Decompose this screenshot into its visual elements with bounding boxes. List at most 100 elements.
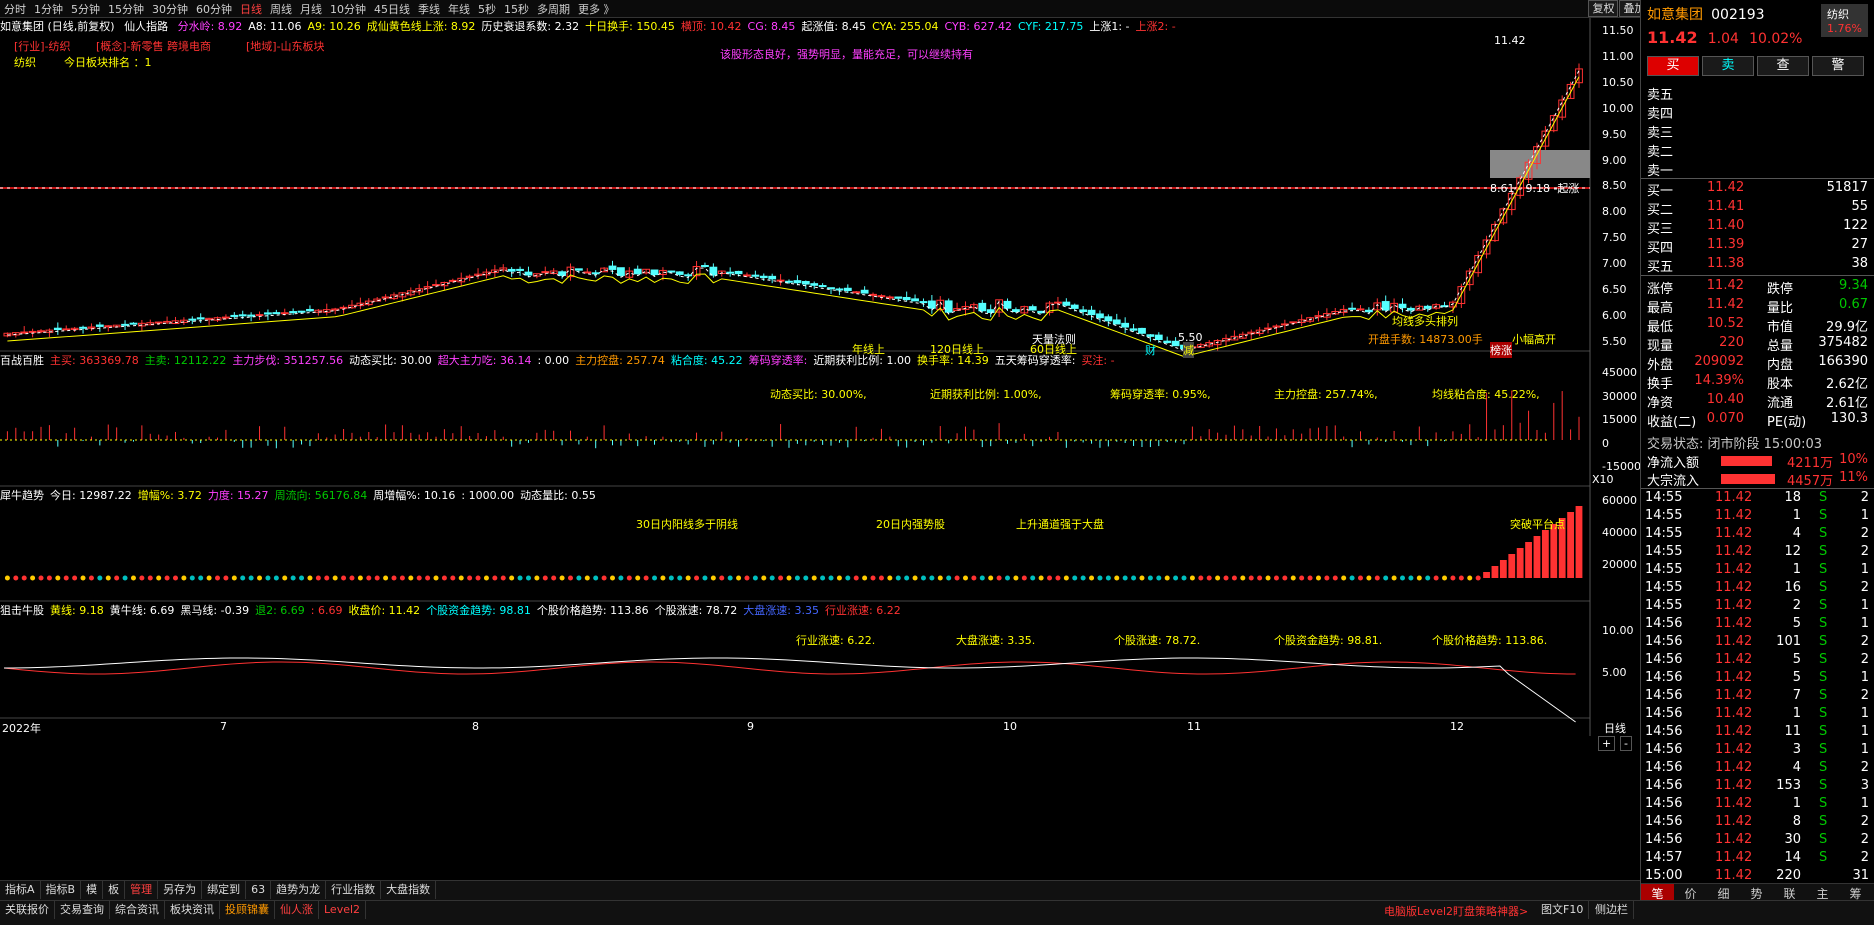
tick-price: 11.42 <box>1715 778 1753 793</box>
tick-volume: 3 <box>1792 742 1801 757</box>
indicator-tab-7[interactable]: 63 <box>246 881 272 899</box>
buy-label: 买一 <box>1647 184 1674 199</box>
period-tab-4[interactable]: 30分钟 <box>148 0 192 17</box>
header-item-11: CYF: 217.75 <box>1017 20 1084 33</box>
indicator-tab-1[interactable]: 指标B <box>41 881 82 899</box>
p3-dot <box>1215 575 1221 581</box>
kline-chart-area[interactable]: 如意集团 (日线,前复权) 仙人指路 分水岭: 8.92 A8: 11.06 A9:… <box>0 18 1641 880</box>
concept-tag[interactable]: [概念]-新零售 跨境电商 <box>96 38 211 54</box>
p3-dot <box>525 575 531 581</box>
tick-time: 14:56 <box>1645 634 1683 649</box>
period-label: 日线 <box>1604 722 1626 735</box>
indicator-tab-3[interactable]: 板 <box>103 881 126 899</box>
indicator-tab-0[interactable]: 指标A <box>0 881 41 899</box>
indicator-tab-6[interactable]: 绑定到 <box>202 881 247 899</box>
tick-volume: 11 <box>1784 724 1801 739</box>
p3-title[interactable]: 犀牛趋势 <box>0 489 44 502</box>
period-tab-11[interactable]: 季线 <box>414 0 444 17</box>
p3-dot <box>156 575 162 581</box>
period-tab-14[interactable]: 15秒 <box>500 0 533 17</box>
p3-dot <box>887 575 893 581</box>
period-tab-2[interactable]: 5分钟 <box>67 0 104 17</box>
candle-body <box>1054 301 1062 304</box>
candle-body <box>743 274 751 277</box>
candle-body <box>255 314 264 317</box>
stat-value: 220 <box>1719 335 1744 350</box>
indicator-tab-8[interactable]: 趋势为龙 <box>271 881 327 899</box>
p2-title[interactable]: 百战百胜 <box>0 354 44 367</box>
p3-dot <box>601 575 607 581</box>
trade-button-0[interactable]: 买 <box>1647 56 1699 76</box>
nav-tab-6[interactable]: Level2 <box>319 901 367 919</box>
p3-dot <box>1063 575 1069 581</box>
indicator-tab-4[interactable]: 管理 <box>125 881 159 899</box>
candle-body <box>860 289 869 294</box>
indicator-tab-10[interactable]: 大盘指数 <box>381 881 437 899</box>
candle-body <box>222 316 230 319</box>
indicator-name[interactable]: 仙人指路 <box>124 20 168 33</box>
trade-button-2[interactable]: 查 <box>1757 56 1809 76</box>
period-tab-16[interactable]: 更多 》 <box>574 0 619 17</box>
chart-canvas[interactable] <box>0 18 1640 880</box>
indicator-tab-5[interactable]: 另存为 <box>158 881 203 899</box>
trade-button-3[interactable]: 警 <box>1812 56 1864 76</box>
period-tab-8[interactable]: 月线 <box>296 0 326 17</box>
indicator-tab-9[interactable]: 行业指数 <box>326 881 382 899</box>
axis-label-11: 6.00 <box>1602 308 1627 322</box>
p4-title[interactable]: 狙击牛股 <box>0 604 44 617</box>
zoom-in-button[interactable]: + <box>1598 736 1616 751</box>
sell-level-4: 卖一 <box>1647 160 1868 180</box>
p3-bar <box>1533 536 1541 578</box>
candle-body <box>1163 340 1172 344</box>
period-tab-9[interactable]: 10分钟 <box>326 0 370 17</box>
nav-tab-0[interactable]: 关联报价 <box>0 901 55 919</box>
period-tab-15[interactable]: 多周期 <box>533 0 574 17</box>
period-tab-3[interactable]: 15分钟 <box>104 0 148 17</box>
header-item-1: A8: 11.06 <box>248 20 302 33</box>
p3-dot <box>1122 575 1128 581</box>
candle-body <box>289 311 298 314</box>
nav-tab-4[interactable]: 投顾锦囊 <box>220 901 275 919</box>
p3-dot <box>341 575 347 581</box>
p3-dot <box>215 575 221 581</box>
period-tab-13[interactable]: 5秒 <box>474 0 500 17</box>
tool-button-0[interactable]: 复权 <box>1588 0 1619 17</box>
p3-dot <box>172 575 178 581</box>
tick-side: S <box>1819 670 1828 685</box>
header-item-12: 买注: - <box>1081 354 1115 367</box>
bottom-nav: 关联报价 交易查询 综合资讯 板块资讯 投顾锦囊 仙人涨 Level2 电脑版Level2盯… <box>0 900 1874 925</box>
candle-body <box>869 293 877 296</box>
sidebar-toggle[interactable]: 侧边栏 <box>1590 901 1634 919</box>
axis-label-1: 40000 <box>1602 526 1637 539</box>
region-tag[interactable]: [地域]-山东板块 <box>246 38 325 54</box>
industry-tag[interactable]: [行业]-纺织 <box>14 38 71 54</box>
period-tab-5[interactable]: 60分钟 <box>192 0 236 17</box>
promo-link[interactable]: 电脑版Level2盯盘策略神器> <box>1384 903 1528 919</box>
tick-row: 14:56 11.42 7 S 2 <box>1645 688 1871 706</box>
tick-price: 11.42 <box>1715 760 1753 775</box>
candle-body <box>827 287 835 290</box>
trade-button-1[interactable]: 卖 <box>1702 56 1754 76</box>
nav-tab-2[interactable]: 综合资讯 <box>110 901 165 919</box>
p3-dot <box>1156 575 1162 581</box>
period-tab-6[interactable]: 日线 <box>236 0 266 17</box>
candle-body <box>1079 309 1088 312</box>
nav-tab-1[interactable]: 交易查询 <box>55 901 110 919</box>
zoom-out-button[interactable]: - <box>1620 736 1632 751</box>
trade-status: 交易状态: 闭市阶段 15:00:03 <box>1647 437 1823 452</box>
axis-label-1: 11.00 <box>1602 49 1634 63</box>
nav-tab-3[interactable]: 板块资讯 <box>165 901 220 919</box>
p3-dot <box>1374 575 1380 581</box>
f10-button[interactable]: 图文F10 <box>1536 901 1590 919</box>
period-tab-7[interactable]: 周线 <box>266 0 296 17</box>
nav-tab-5[interactable]: 仙人涨 <box>275 901 319 919</box>
p3-dot <box>954 575 960 581</box>
period-tab-10[interactable]: 45日线 <box>370 0 414 17</box>
period-tab-12[interactable]: 年线 <box>444 0 474 17</box>
p3-dot <box>702 575 708 581</box>
indicator-tab-2[interactable]: 模 <box>81 881 104 899</box>
period-tab-0[interactable]: 分时 <box>0 0 30 17</box>
period-tab-1[interactable]: 1分钟 <box>30 0 67 17</box>
header-item-13: 上涨2: - <box>1135 20 1176 33</box>
stock-title[interactable]: 如意集团 (日线,前复权) <box>0 20 115 33</box>
